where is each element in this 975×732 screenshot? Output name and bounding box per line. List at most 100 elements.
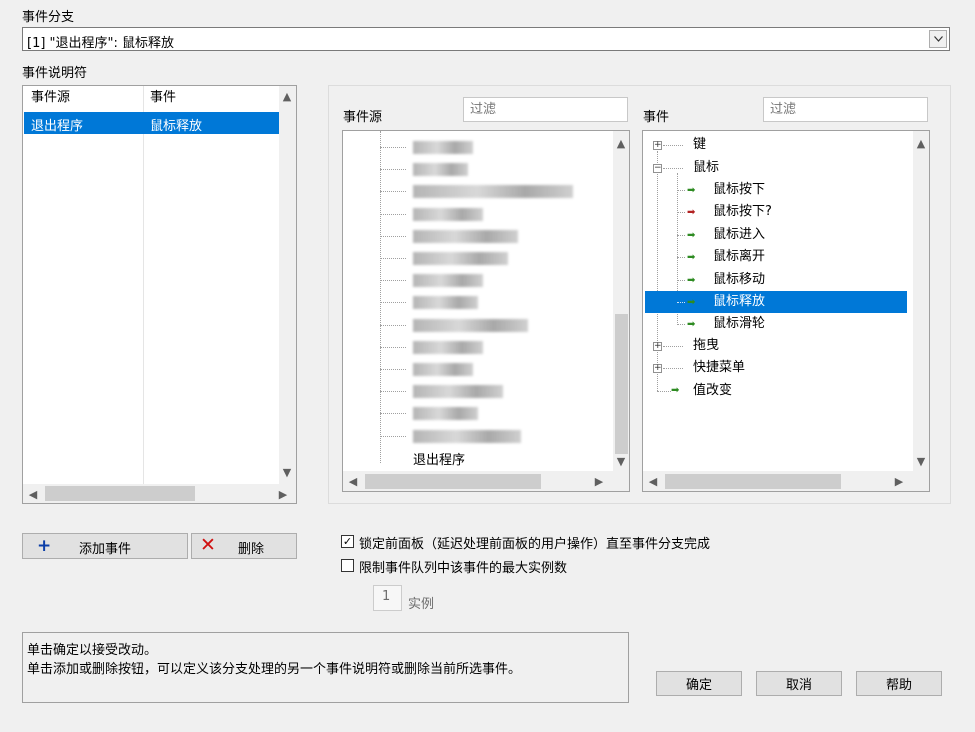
- scroll-left-icon[interactable]: ◀: [25, 486, 41, 502]
- expand-icon[interactable]: +: [653, 342, 662, 351]
- redacted-tree-item[interactable]: [413, 318, 528, 332]
- scroll-up-icon[interactable]: ▲: [913, 135, 929, 151]
- instances-count-input[interactable]: 1: [373, 585, 402, 611]
- scroll-down-icon[interactable]: ▼: [613, 453, 629, 469]
- scroll-left-icon[interactable]: ◀: [345, 473, 361, 489]
- redacted-tree-item[interactable]: [413, 274, 483, 288]
- column-divider: [143, 86, 144, 484]
- redacted-tree-item[interactable]: [413, 363, 473, 376]
- tree-line: [657, 151, 658, 391]
- redacted-tree-item[interactable]: [413, 407, 478, 421]
- tree-connector: [380, 413, 406, 415]
- tree-connector: [663, 346, 683, 347]
- tree-connector: [380, 346, 406, 348]
- scroll-thumb[interactable]: [615, 314, 628, 454]
- tree-connector: [380, 324, 406, 326]
- tree-item-drag[interactable]: 拖曳: [693, 335, 719, 357]
- ok-button[interactable]: 确定: [656, 671, 742, 696]
- limit-queue-checkbox[interactable]: [341, 559, 354, 572]
- scroll-up-icon[interactable]: ▲: [613, 135, 629, 151]
- redacted-tree-item[interactable]: [413, 340, 483, 354]
- tree-item-mouse-enter[interactable]: 鼠标进入: [713, 224, 765, 246]
- delete-button[interactable]: ✕ 删除: [191, 533, 297, 559]
- tree-item-mouse-leave[interactable]: 鼠标离开: [713, 246, 765, 268]
- expand-icon[interactable]: +: [653, 364, 662, 373]
- scroll-left-icon[interactable]: ◀: [645, 473, 661, 489]
- column-header-event[interactable]: 事件: [150, 86, 176, 105]
- tree-connector: [380, 213, 406, 215]
- tree-connector: [677, 324, 685, 325]
- scroll-thumb[interactable]: [45, 486, 195, 501]
- scroll-right-icon[interactable]: ▶: [275, 486, 291, 502]
- redacted-tree-item[interactable]: [413, 296, 478, 310]
- scroll-thumb[interactable]: [665, 474, 841, 489]
- redacted-tree-item[interactable]: [413, 229, 518, 243]
- vertical-scrollbar[interactable]: ▲ ▼: [613, 131, 629, 471]
- tree-item-mouse-up[interactable]: 鼠标释放: [713, 291, 765, 313]
- delete-x-icon: ✕: [200, 534, 216, 556]
- lock-front-panel-label: 锁定前面板（延迟处理前面板的用户操作）直至事件分支完成: [359, 537, 711, 552]
- tree-connector: [677, 190, 685, 191]
- vertical-scrollbar[interactable]: ▲ ▼: [279, 86, 296, 484]
- event-specifier-list[interactable]: 事件源 事件 退出程序 鼠标释放 ▲ ▼ ◀ ▶: [22, 85, 297, 504]
- tree-item-mouse-down[interactable]: 鼠标按下: [713, 179, 765, 201]
- event-source-label: 事件源: [343, 110, 383, 125]
- scroll-down-icon[interactable]: ▼: [913, 453, 929, 469]
- tree-connector: [657, 391, 671, 392]
- tree-connector: [380, 169, 406, 171]
- horizontal-scrollbar[interactable]: ◀ ▶: [643, 471, 929, 491]
- scroll-right-icon[interactable]: ▶: [891, 473, 907, 489]
- redacted-tree-item[interactable]: [413, 252, 508, 265]
- event-arrow-icon: ➡: [687, 185, 696, 196]
- horizontal-scrollbar[interactable]: ◀ ▶: [23, 484, 296, 503]
- help-button[interactable]: 帮助: [856, 671, 942, 696]
- event-tree[interactable]: + 键 − 鼠标 ➡ 鼠标按下 ➡ 鼠标按下? ➡ 鼠标进入 ➡ 鼠标离开 ➡ …: [642, 130, 930, 492]
- expand-icon[interactable]: +: [653, 141, 662, 150]
- redacted-tree-item[interactable]: [413, 207, 483, 221]
- instances-label: 实例: [408, 597, 435, 612]
- scroll-down-icon[interactable]: ▼: [279, 464, 295, 480]
- vertical-scrollbar[interactable]: ▲ ▼: [913, 131, 929, 471]
- event-case-dropdown[interactable]: [1] "退出程序": 鼠标释放: [22, 27, 950, 51]
- event-source-filter-input[interactable]: [463, 97, 628, 122]
- event-specifiers-label: 事件说明符: [22, 66, 88, 81]
- column-header-source[interactable]: 事件源: [31, 86, 70, 105]
- specifier-row[interactable]: 退出程序 鼠标释放: [24, 112, 290, 134]
- tree-item-value-change[interactable]: 值改变: [693, 380, 732, 402]
- tree-item-mouse-wheel[interactable]: 鼠标滑轮: [713, 313, 765, 335]
- scroll-right-icon[interactable]: ▶: [591, 473, 607, 489]
- tree-connector: [380, 302, 406, 304]
- dropdown-arrow-icon[interactable]: [929, 30, 947, 48]
- tree-item-mouse[interactable]: 鼠标: [693, 157, 719, 179]
- tree-connector: [380, 435, 406, 437]
- tree-item-exit-program[interactable]: 退出程序: [413, 450, 465, 472]
- scroll-thumb[interactable]: [365, 474, 541, 489]
- tree-connector: [677, 212, 685, 213]
- tree-connector: [380, 280, 406, 282]
- tree-connector: [380, 191, 406, 193]
- redacted-tree-item[interactable]: [413, 429, 521, 443]
- cancel-button[interactable]: 取消: [756, 671, 842, 696]
- filter-event-arrow-icon: ➡: [687, 207, 696, 218]
- tree-connector: [380, 235, 406, 237]
- redacted-tree-item[interactable]: [413, 141, 473, 154]
- tree-connector: [380, 258, 406, 259]
- tree-item-shortcut-menu[interactable]: 快捷菜单: [693, 357, 745, 379]
- event-source-tree[interactable]: 退出程序 ▲ ▼ ◀ ▶: [342, 130, 630, 492]
- tree-item-mouse-move[interactable]: 鼠标移动: [713, 269, 765, 291]
- redacted-tree-item[interactable]: [413, 163, 468, 177]
- tree-item-key[interactable]: 键: [693, 134, 706, 156]
- specifier-row-event: 鼠标释放: [150, 119, 203, 134]
- horizontal-scrollbar[interactable]: ◀ ▶: [343, 471, 629, 491]
- scroll-up-icon[interactable]: ▲: [279, 88, 295, 104]
- tree-connector: [663, 145, 683, 146]
- tree-item-mouse-down-filter[interactable]: 鼠标按下?: [713, 201, 772, 223]
- redacted-tree-item[interactable]: [413, 385, 503, 399]
- event-case-value: [1] "退出程序": 鼠标释放: [27, 36, 175, 51]
- collapse-icon[interactable]: −: [653, 164, 662, 173]
- lock-front-panel-checkbox[interactable]: ✓: [341, 535, 354, 548]
- event-filter-input[interactable]: [763, 97, 928, 122]
- delete-label: 删除: [238, 542, 265, 557]
- add-event-button[interactable]: + 添加事件: [22, 533, 188, 559]
- redacted-tree-item[interactable]: [413, 185, 573, 199]
